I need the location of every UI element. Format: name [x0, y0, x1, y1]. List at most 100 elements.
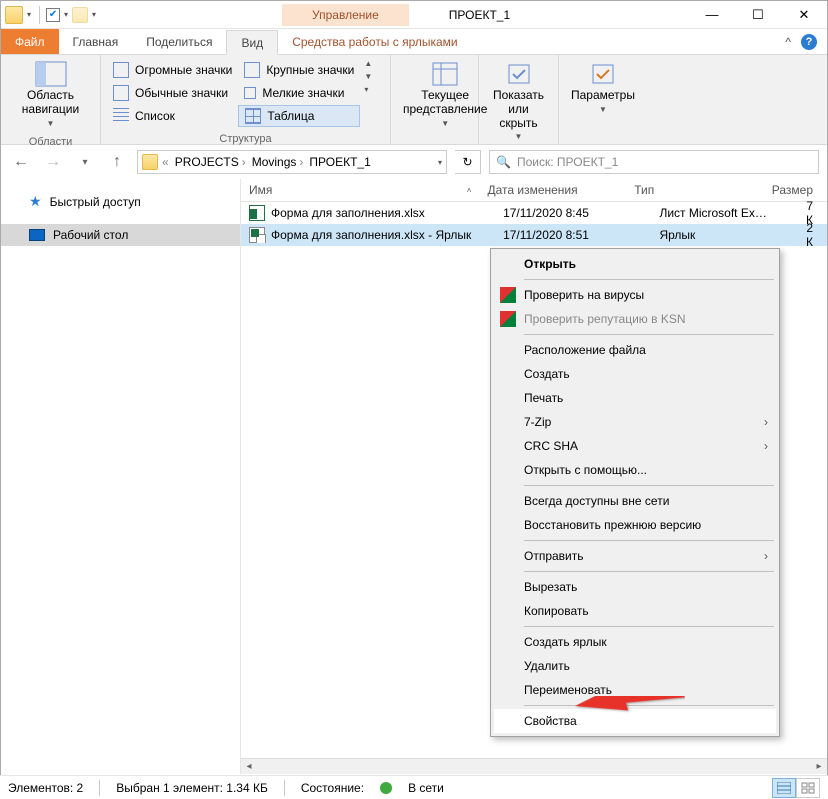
separator [39, 6, 40, 24]
crumb-movings[interactable]: Movings › [250, 155, 306, 169]
file-name: Форма для заполнения.xlsx - Ярлык [271, 228, 471, 242]
scroll-track[interactable] [257, 759, 811, 775]
address-history-icon[interactable]: ▾ [438, 158, 442, 167]
col-size[interactable]: Размер [772, 183, 827, 197]
chevron-down-icon[interactable]: ▾ [62, 10, 70, 19]
view-list[interactable]: Список [107, 105, 238, 127]
refresh-button[interactable]: ↻ [455, 150, 481, 174]
ctx-create-shortcut[interactable]: Создать ярлык [494, 630, 776, 654]
current-view-icon [429, 61, 461, 87]
label: Огромные значки [135, 63, 232, 77]
scroll-left-icon[interactable]: ◂ [241, 759, 257, 775]
label: Крупные значки [266, 63, 354, 77]
label: Обычные значки [135, 86, 228, 100]
crumb-project1[interactable]: ПРОЕКТ_1 [307, 155, 372, 169]
address-bar-row: ← → ▾ ↑ « PROJECTS › Movings › ПРОЕКТ_1 … [1, 145, 827, 179]
nav-quick-access[interactable]: ★ Быстрый доступ [1, 189, 240, 214]
table-icon [245, 108, 261, 124]
navigation-pane-icon [35, 61, 67, 87]
ctx-new[interactable]: Создать [494, 362, 776, 386]
ctx-open[interactable]: Открыть [494, 252, 776, 276]
search-placeholder: Поиск: ПРОЕКТ_1 [517, 155, 618, 169]
submenu-arrow-icon: › [764, 415, 768, 429]
view-extra-large-icons[interactable]: Огромные значки [107, 59, 238, 81]
forward-button[interactable]: → [41, 150, 65, 174]
address-bar[interactable]: « PROJECTS › Movings › ПРОЕКТ_1 ▾ [137, 150, 447, 174]
qat-customize-icon[interactable]: ▾ [90, 10, 98, 19]
tab-file[interactable]: Файл [1, 29, 59, 54]
search-input[interactable]: 🔍 Поиск: ПРОЕКТ_1 [489, 150, 819, 174]
minimize-button[interactable]: — [689, 1, 735, 29]
scroll-down-icon[interactable]: ▼ [364, 72, 372, 81]
status-bar: Элементов: 2 Выбран 1 элемент: 1.34 КБ С… [0, 775, 828, 799]
icons-icon [244, 87, 256, 99]
label: PROJECTS [175, 155, 239, 169]
separator [524, 705, 774, 706]
label: 7-Zip [524, 415, 551, 429]
navigation-pane-button[interactable]: Область навигации ▼ [7, 59, 94, 130]
collapse-ribbon-icon[interactable]: ^ [785, 35, 791, 49]
view-medium-icons[interactable]: Обычные значки [107, 82, 238, 104]
tab-view[interactable]: Вид [226, 30, 278, 55]
label: Список [135, 109, 175, 123]
group-label-layout: Структура [101, 131, 390, 148]
file-row[interactable]: Форма для заполнения.xlsx - Ярлык 17/11/… [241, 224, 827, 246]
view-large-icons-button[interactable] [796, 778, 820, 798]
maximize-button[interactable]: ☐ [735, 1, 781, 29]
view-details[interactable]: Таблица [238, 105, 360, 127]
navigation-pane: ★ Быстрый доступ Рабочий стол [1, 179, 241, 774]
crumb-overflow[interactable]: « [160, 155, 171, 169]
ctx-crc-sha[interactable]: CRC SHA› [494, 434, 776, 458]
scroll-up-icon[interactable]: ▲ [364, 59, 372, 68]
view-small-icons[interactable]: Мелкие значки [238, 82, 360, 104]
ctx-send-to[interactable]: Отправить› [494, 544, 776, 568]
ctx-ksn[interactable]: Проверить репутацию в KSN [494, 307, 776, 331]
ctx-cut[interactable]: Вырезать [494, 575, 776, 599]
recent-locations-button[interactable]: ▾ [73, 150, 97, 174]
qat-dropdown-icon[interactable]: ▾ [25, 10, 33, 19]
nav-desktop[interactable]: Рабочий стол [1, 224, 240, 246]
icons-icon [244, 62, 260, 78]
label: Быстрый доступ [50, 195, 141, 209]
ctx-open-with[interactable]: Открыть с помощью... [494, 458, 776, 482]
show-hide-button[interactable]: Показать или скрыть▼ [485, 59, 552, 144]
col-name[interactable]: Имя˄ [249, 183, 487, 197]
qat-properties-icon[interactable]: ✔ [46, 8, 60, 22]
icons-icon [113, 62, 129, 78]
view-large-icons[interactable]: Крупные значки [238, 59, 360, 81]
up-button[interactable]: ↑ [105, 150, 129, 174]
ctx-scan-virus[interactable]: Проверить на вирусы [494, 283, 776, 307]
ctx-delete[interactable]: Удалить [494, 654, 776, 678]
folder-icon [142, 154, 158, 170]
ctx-copy[interactable]: Копировать [494, 599, 776, 623]
file-row[interactable]: Форма для заполнения.xlsx 17/11/2020 8:4… [241, 202, 827, 224]
ctx-always-available-offline[interactable]: Всегда доступны вне сети [494, 489, 776, 513]
scroll-right-icon[interactable]: ▸ [811, 759, 827, 775]
close-button[interactable]: ✕ [781, 1, 827, 29]
ctx-properties[interactable]: Свойства [494, 709, 776, 733]
options-button[interactable]: Параметры ▼ [565, 59, 641, 116]
sort-asc-icon: ˄ [467, 186, 472, 195]
expand-gallery-icon[interactable]: ▾ [364, 85, 372, 94]
tab-share[interactable]: Поделиться [132, 29, 226, 54]
back-button[interactable]: ← [9, 150, 33, 174]
label: Параметры [571, 89, 635, 103]
view-details-button[interactable] [772, 778, 796, 798]
crumb-projects[interactable]: PROJECTS › [173, 155, 248, 169]
ctx-restore-previous[interactable]: Восстановить прежнюю версию [494, 513, 776, 537]
status-selection: Выбран 1 элемент: 1.34 КБ [116, 781, 268, 795]
tab-shortcut-tools[interactable]: Средства работы с ярлыками [278, 29, 471, 54]
help-icon[interactable]: ? [801, 34, 817, 50]
separator [524, 279, 774, 280]
ctx-open-file-location[interactable]: Расположение файла [494, 338, 776, 362]
horizontal-scrollbar[interactable]: ◂ ▸ [241, 758, 827, 774]
col-type[interactable]: Тип [634, 183, 772, 197]
file-name: Форма для заполнения.xlsx [271, 206, 425, 220]
chevron-down-icon: ▼ [599, 105, 607, 114]
tab-home[interactable]: Главная [59, 29, 133, 54]
ctx-print[interactable]: Печать [494, 386, 776, 410]
ctx-rename[interactable]: Переименовать [494, 678, 776, 702]
qat-newfolder-icon[interactable] [72, 7, 88, 23]
col-date[interactable]: Дата изменения [487, 183, 634, 197]
ctx-7zip[interactable]: 7-Zip › [494, 410, 776, 434]
